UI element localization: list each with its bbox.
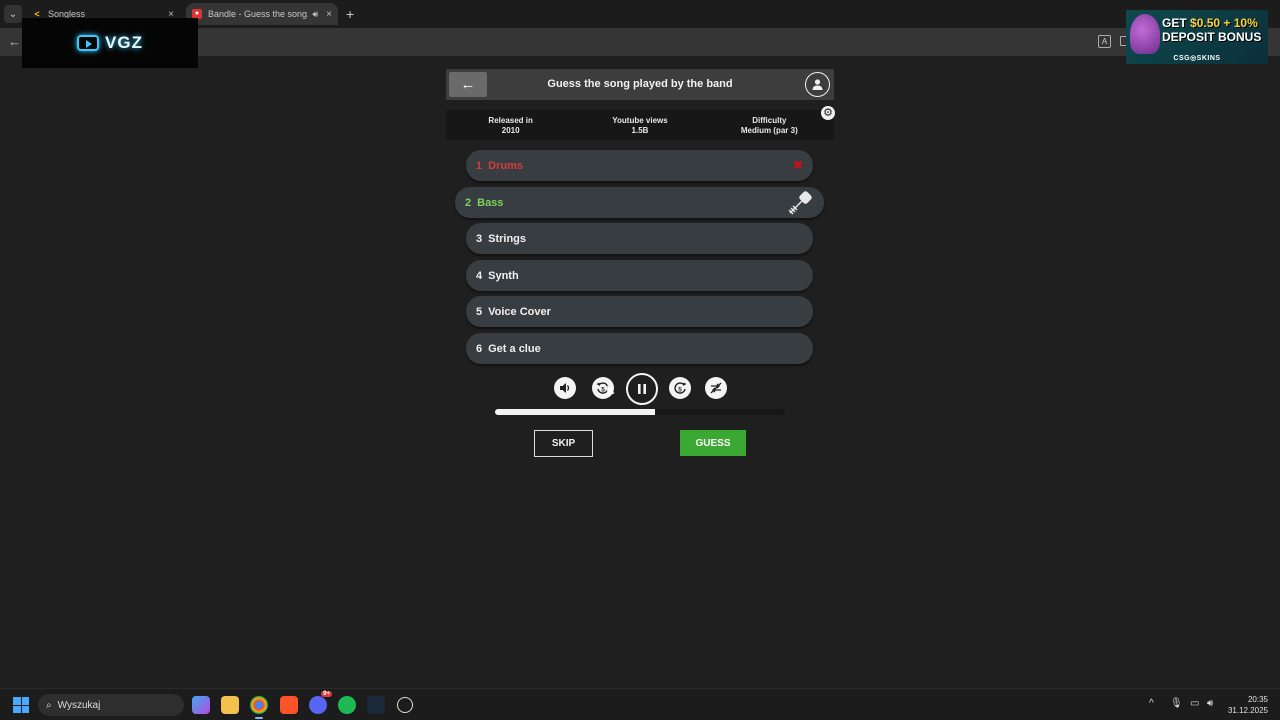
info-youtube-views: Youtube views 1.5B [575, 110, 704, 140]
ad-headline-highlight: $0.50 + 10% [1190, 16, 1258, 30]
info-value: 2010 [501, 126, 520, 135]
track-number: 3 [476, 232, 483, 245]
tab-title: Bandle - Guess the song, o [208, 9, 309, 19]
game-header: ← Guess the song played by the band [446, 69, 834, 100]
info-label: Released in [488, 116, 533, 125]
play-logo-icon [77, 35, 100, 51]
discord-icon[interactable]: 9+ [309, 691, 332, 714]
profile-button[interactable] [805, 72, 830, 97]
track-row-get-a-clue[interactable]: 6 Get a clue [466, 333, 813, 364]
repeat-toggle-button[interactable] [705, 377, 727, 399]
brave-icon[interactable] [280, 696, 298, 714]
volume-button[interactable] [554, 377, 576, 399]
ad-headline: GET $0.50 + 10% [1162, 16, 1258, 30]
tab-search-button[interactable]: ⌄ [4, 5, 22, 23]
track-label: Drums [488, 159, 523, 172]
track-row-drums[interactable]: 1 Drums ✖ [466, 150, 813, 181]
clock-date: 31.12.2025 [1227, 706, 1268, 715]
back-button[interactable]: ← [449, 72, 487, 97]
chrome-icon[interactable] [250, 696, 268, 719]
discord-badge: 9+ [321, 691, 332, 697]
playback-progress-bar[interactable] [495, 409, 785, 415]
fast-forward-icon: 5 [674, 382, 687, 394]
vgz-logo-text: VGZ [105, 33, 143, 52]
page-title: Guess the song played by the band [547, 78, 733, 90]
song-info-bar: Released in 2010 Youtube views 1.5B Diff… [446, 110, 834, 140]
new-tab-button[interactable]: + [346, 6, 354, 22]
info-value: Medium (par 3) [740, 126, 798, 135]
pause-button[interactable] [626, 373, 658, 405]
pause-icon [638, 384, 646, 394]
volume-tray-icon[interactable]: 🔊︎ [1207, 698, 1213, 709]
settings-gear-icon[interactable]: ⚙ [821, 106, 835, 120]
track-number: 2 [465, 196, 472, 209]
vgz-overlay-logo: VGZ [22, 18, 198, 68]
fail-x-icon: ✖ [792, 158, 803, 172]
copilot-icon[interactable] [192, 696, 210, 714]
track-row-bass[interactable]: 2 Bass [455, 187, 824, 218]
track-label: Bass [477, 196, 504, 209]
track-label: Get a clue [488, 342, 541, 355]
spotify-icon[interactable] [338, 696, 356, 714]
track-row-synth[interactable]: 4 Synth [466, 260, 813, 291]
taskbar-search[interactable]: ⌕ Wyszukaj [38, 694, 184, 716]
search-icon: ⌕ [46, 699, 52, 711]
windows-taskbar: ⌕ Wyszukaj 9+ ^ 🎙︎ ▭ 🔊︎ 20:35 31.12.2025 [0, 688, 1280, 720]
player-controls: 5 5 [553, 373, 729, 405]
arrow-left-icon: ← [460, 76, 476, 93]
track-number: 4 [476, 269, 483, 282]
track-label: Synth [488, 269, 519, 282]
steam-icon[interactable] [367, 696, 385, 714]
info-value: 1.5B [631, 126, 649, 135]
progress-fill [495, 409, 655, 415]
audio-playing-icon[interactable]: 🔊︎ [312, 9, 318, 20]
ad-banner[interactable]: GET $0.50 + 10% DEPOSIT BONUS CSG◎SKINS [1126, 10, 1268, 64]
track-label: Voice Cover [488, 305, 551, 318]
guess-button[interactable]: GUESS [680, 430, 746, 456]
ad-character-image [1130, 14, 1160, 54]
track-row-voice-cover[interactable]: 5 Voice Cover [466, 296, 813, 327]
obs-icon[interactable] [397, 697, 413, 713]
file-explorer-icon[interactable] [221, 696, 239, 714]
info-label: Difficulty [752, 116, 787, 125]
tab-close-icon[interactable]: × [326, 9, 332, 20]
track-row-strings[interactable]: 3 Strings [466, 223, 813, 254]
search-placeholder: Wyszukaj [57, 699, 101, 711]
translate-icon[interactable]: A [1098, 35, 1111, 48]
clock-time: 20:35 [1247, 695, 1268, 704]
repeat-off-icon [710, 382, 722, 394]
system-clock[interactable]: 20:35 31.12.2025 [1228, 694, 1268, 716]
track-number: 1 [476, 159, 483, 172]
microphone-icon[interactable]: 🎙︎ [1170, 698, 1183, 709]
track-label: Strings [488, 232, 527, 245]
tray-overflow-icon[interactable]: ^ [1149, 698, 1154, 709]
ad-brand: CSG◎SKINS [1173, 55, 1221, 62]
track-number: 5 [476, 305, 483, 318]
tab-bandle[interactable]: ● Bandle - Guess the song, o 🔊︎ × [186, 3, 338, 25]
info-difficulty: Difficulty Medium (par 3) [705, 110, 834, 140]
info-label: Youtube views [612, 116, 668, 125]
browser-back-icon[interactable]: ← [8, 34, 21, 49]
bass-guitar-icon [788, 191, 812, 215]
forward-seconds: 5 [678, 387, 682, 394]
forward-5-button[interactable]: 5 [669, 377, 691, 399]
ad-subheadline: DEPOSIT BONUS [1162, 30, 1262, 44]
windows-start-icon[interactable] [13, 697, 29, 713]
info-released: Released in 2010 [446, 110, 575, 140]
user-icon [812, 79, 823, 90]
ad-headline-prefix: GET [1162, 16, 1191, 30]
skip-button[interactable]: SKIP [534, 430, 593, 457]
track-number: 6 [476, 342, 483, 355]
speaker-icon [560, 383, 570, 393]
network-icon[interactable]: ▭ [1190, 698, 1199, 709]
